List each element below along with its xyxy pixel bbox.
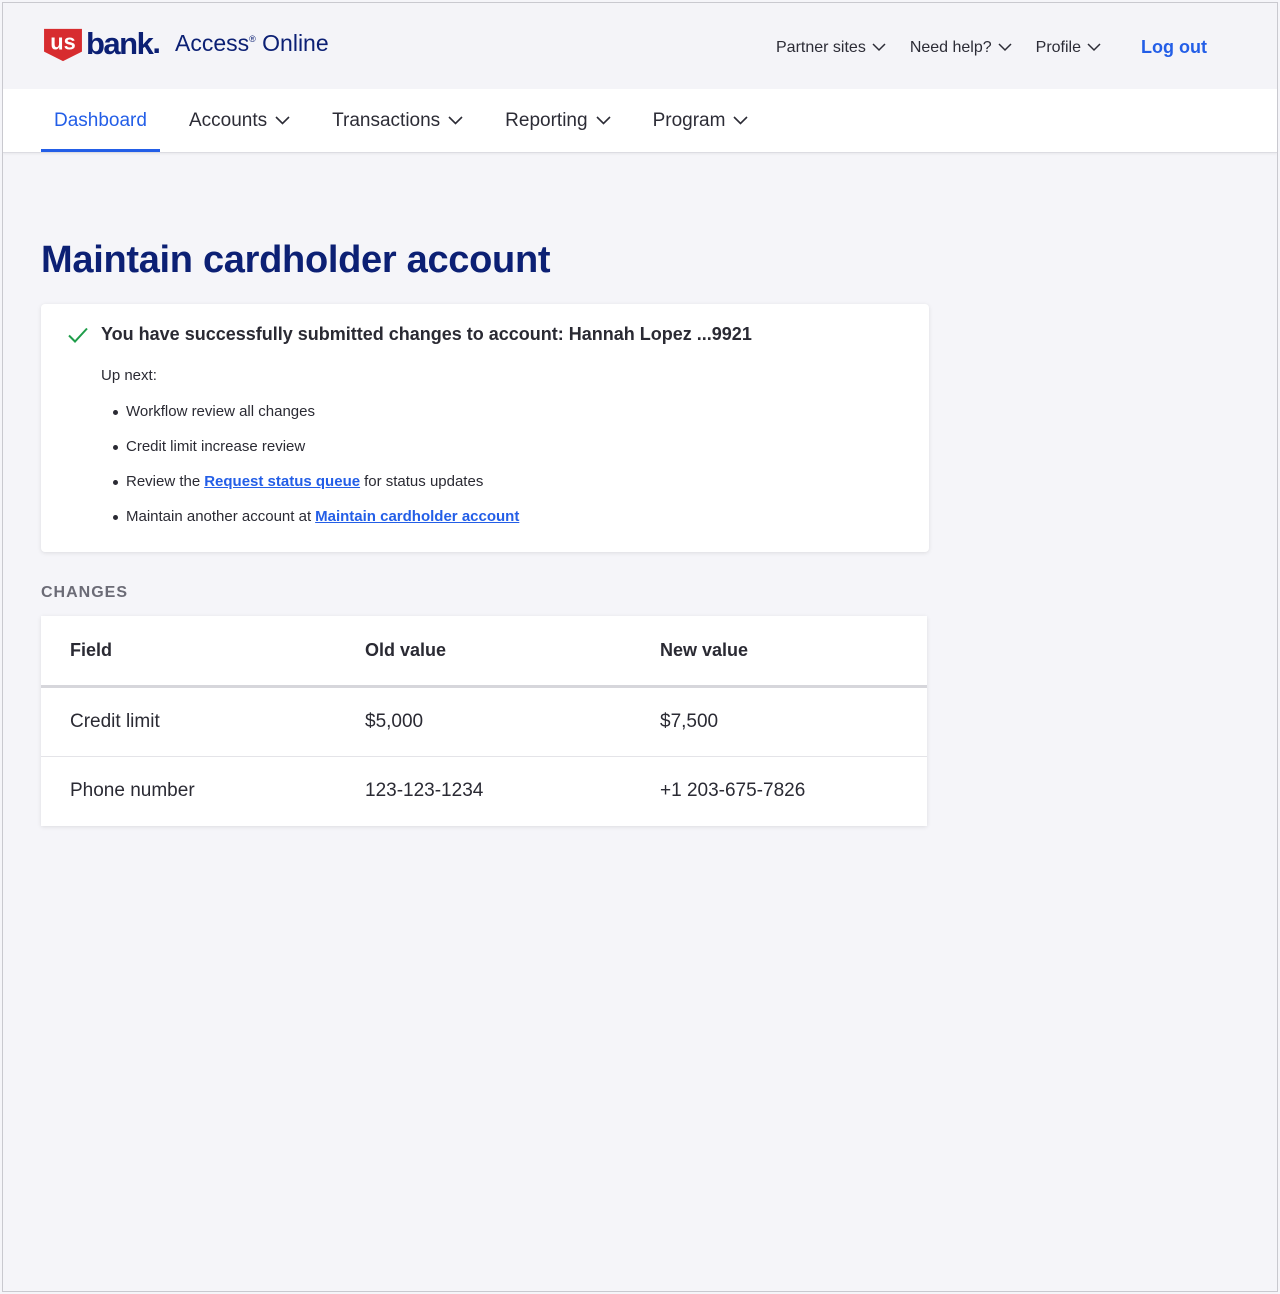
column-header-new-value: New value [631,616,927,688]
changes-section-label: CHANGES [41,584,129,601]
table-cell-old-value: $5,000 [336,686,631,757]
tab-transactions-label: Transactions [332,109,441,131]
need-help-menu[interactable]: Need help? [910,39,1012,57]
tab-accounts[interactable]: Accounts [176,89,303,152]
usbank-logo[interactable]: us bank. Access® Online [41,25,329,63]
table-cell-field: Credit limit [41,686,336,757]
utility-nav: Partner sites Need help? Profile Log out [752,37,1207,58]
need-help-label: Need help? [909,38,992,56]
list-item: Review the Request status queue for stat… [113,464,903,499]
page-title: Maintain cardholder account [41,239,551,281]
column-header-old-value: Old value [336,616,631,688]
next-step-suffix: for status updates [364,473,484,490]
product-name-suffix: Online [262,29,329,56]
list-item: Workflow review all changes [113,394,903,429]
chevron-down-icon [1087,43,1101,52]
tab-program[interactable]: Program [640,89,762,152]
logo-bank-text: bank [86,25,154,61]
request-status-queue-link[interactable]: Request status queue [204,473,360,490]
up-next-label: Up next: [101,367,157,384]
logo-dot: . [152,25,161,60]
product-name-main: Access [174,29,250,56]
list-item: Credit limit increase review [113,429,903,464]
table-cell-new-value: +1 203-675-7826 [660,780,806,802]
table-header-row: Field Old value New value [41,616,927,688]
tab-transactions[interactable]: Transactions [319,89,476,152]
tab-dashboard[interactable]: Dashboard [41,89,160,152]
main-nav: Dashboard Accounts Transactions Reportin… [3,89,1277,153]
tab-reporting-label: Reporting [505,109,588,131]
partner-sites-label: Partner sites [776,38,866,56]
table-cell-field: Phone number [70,780,195,802]
main-content: Maintain cardholder account You have suc… [3,239,1277,826]
list-item: Maintain another account at Maintain car… [113,499,903,534]
column-header-field: Field [41,616,336,688]
next-step-text: Credit limit increase review [126,438,306,455]
success-message: You have successfully submitted changes … [101,324,752,344]
profile-menu[interactable]: Profile [1036,39,1101,57]
product-name: Access® Online [175,30,329,57]
table-row: Credit limit $5,000 $7,500 [41,686,927,757]
app-window: us bank. Access® Online Partner sites Ne… [2,2,1278,1292]
changes-table-card: Field Old value New value Credit limit $… [41,616,927,826]
check-icon [68,327,88,343]
chevron-down-icon [595,116,611,125]
registered-mark: ® [249,33,256,44]
next-step-prefix: Maintain another account at [126,508,312,525]
next-steps-list: Workflow review all changes Credit limit… [113,394,903,534]
tab-dashboard-label: Dashboard [54,109,147,131]
logout-link[interactable]: Log out [1141,37,1207,58]
chevron-down-icon [998,43,1012,52]
chevron-down-icon [872,43,886,52]
profile-label: Profile [1035,38,1082,56]
changes-table: Field Old value New value Credit limit $… [41,616,927,826]
chevron-down-icon [275,116,290,125]
partner-sites-menu[interactable]: Partner sites [776,39,886,57]
table-cell-old-value: 123-123-1234 [365,780,484,802]
success-message-row: You have successfully submitted changes … [67,324,903,345]
tab-accounts-label: Accounts [188,109,268,131]
next-step-prefix: Review the [126,473,201,490]
table-row: Phone number 123-123-1234 +1 203-675-782… [41,756,927,826]
top-header: us bank. Access® Online Partner sites Ne… [3,3,1277,89]
table-cell-new-value: $7,500 [631,686,927,757]
chevron-down-icon [733,116,748,125]
logo-us-text: us [50,30,75,55]
tab-reporting[interactable]: Reporting [492,89,623,152]
success-confirmation-card: You have successfully submitted changes … [41,304,929,552]
maintain-cardholder-account-link[interactable]: Maintain cardholder account [315,508,519,525]
chevron-down-icon [448,116,463,125]
next-step-text: Workflow review all changes [126,403,315,420]
tab-program-label: Program [652,109,726,131]
us-shield-logo-icon: us [44,28,82,62]
